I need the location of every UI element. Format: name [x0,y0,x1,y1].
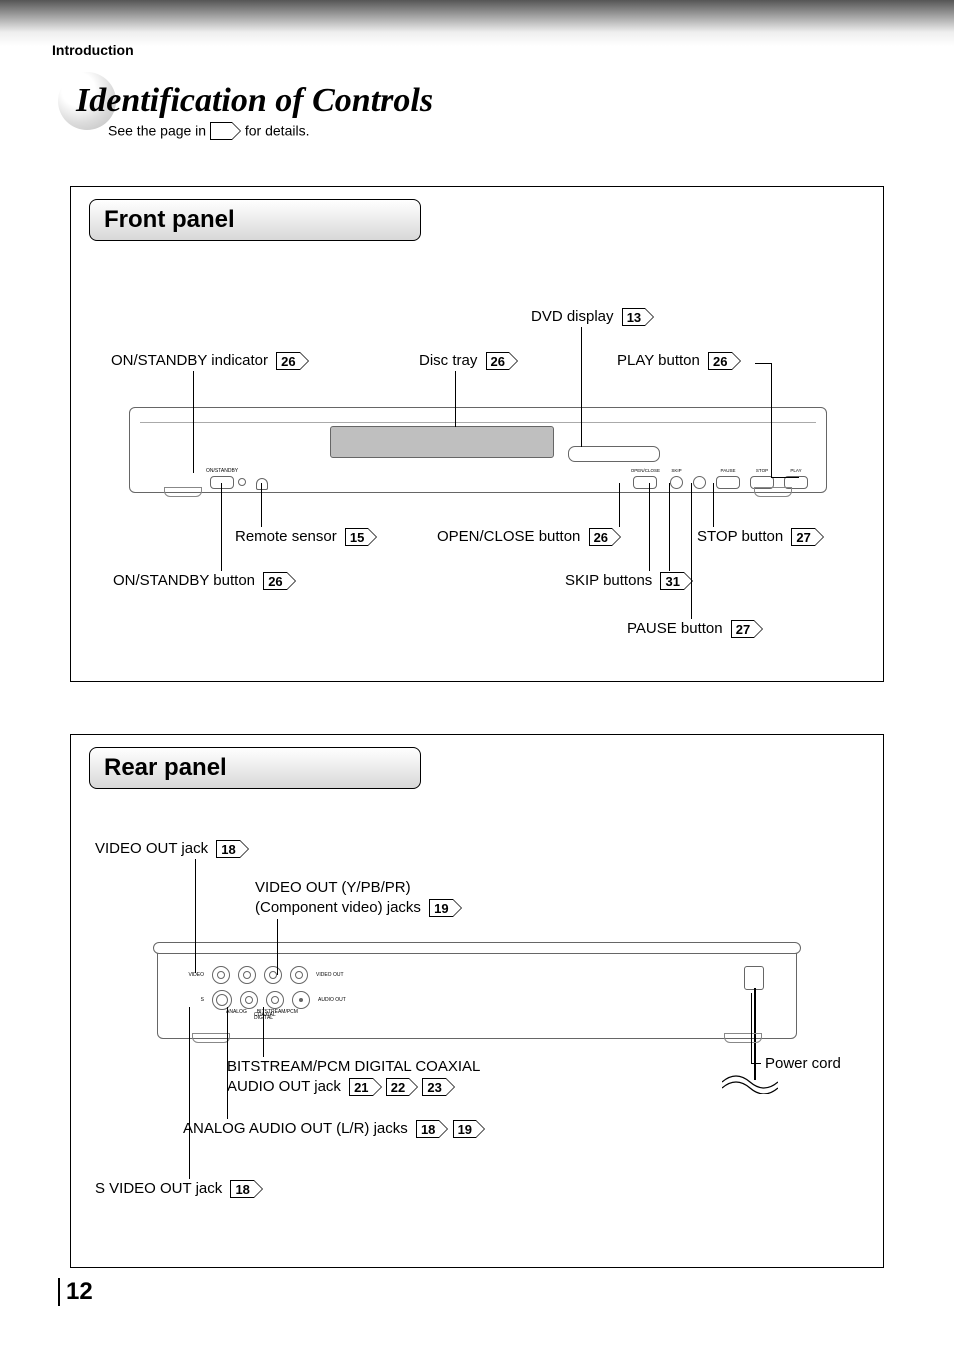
dvd-display-graphic [568,446,660,462]
subtitle-before: See the page in [108,123,210,139]
rear-device-illustration: VIDEO VIDEO OUT S AUDIO OUT [157,947,797,1039]
leader-line [581,327,582,328]
page-number: 12 [58,1278,93,1306]
analog-l-jack [240,991,258,1009]
skip-prev-button-graphic [670,476,683,489]
callout-open-close: OPEN/CLOSE button 26 [437,527,621,547]
leader-line [691,483,692,619]
skip-next-button-graphic [693,476,706,489]
callout-dvd-display: DVD display 13 [531,307,654,327]
component-pr-jack [290,966,308,984]
mini-label-onstandby: ON/STANDBY [206,468,238,474]
callout-remote-sensor: Remote sensor 15 [235,527,377,547]
page-title: Identification of Controls [76,82,433,120]
leader-line [751,1063,761,1064]
front-device-illustration: ON/STANDBY OPEN/CLOSE SKIP PAUSE STOP PL… [129,407,827,493]
callout-onstandby-indicator: ON/STANDBY indicator 26 [111,351,309,371]
video-jack [212,966,230,984]
callout-power-cord: Power cord [765,1055,845,1072]
callout-video-out: VIDEO OUT jack 18 [95,839,249,859]
leader-line [189,1007,190,1179]
power-cord-wave [722,1074,778,1094]
leader-line [277,919,278,975]
leader-line [193,371,194,473]
leader-line [455,371,456,427]
component-y-jack [238,966,256,984]
leader-line [771,477,799,478]
subtitle: See the page in for details. [108,122,309,142]
front-button-row: OPEN/CLOSE SKIP PAUSE STOP PLAY [631,468,808,489]
leader-line [751,993,752,1063]
rear-panel-section: Rear panel VIDEO OUT jack 18 VIDEO OUT (… [70,734,884,1268]
section-heading: Introduction [52,42,134,58]
leader-line [619,483,620,527]
callout-skip: SKIP buttons 31 [565,571,693,591]
power-cord-outlet [744,966,764,990]
front-panel-section: Front panel DVD display 13 ON/STANDBY in… [70,186,884,682]
onstandby-button-graphic [210,476,234,489]
leader-line [263,1007,264,1057]
callout-analog: ANALOG AUDIO OUT (L/R) jacks 18 19 [183,1119,485,1139]
pause-button-graphic [716,476,740,489]
page: Introduction Identification of Controls … [0,0,954,1348]
onstandby-indicator-graphic [238,478,246,486]
coaxial-jack [292,991,310,1009]
rear-panel-tab: Rear panel [89,747,421,789]
leader-line [227,1007,228,1119]
leader-line [771,363,772,477]
disc-tray-graphic [330,426,554,458]
callout-play: PLAY button 26 [617,351,741,371]
s-video-jack [212,990,232,1010]
page-ref-icon [210,122,241,142]
callout-component: VIDEO OUT (Y/PB/PR) (Component video) ja… [255,879,462,918]
callout-onstandby-button: ON/STANDBY button 26 [113,571,296,591]
component-pb-jack [264,966,282,984]
header-gradient [0,0,954,46]
leader-line [669,483,670,571]
callout-disc-tray: Disc tray 26 [419,351,518,371]
callout-stop: STOP button 27 [697,527,824,547]
callout-coaxial: BITSTREAM/PCM DIGITAL COAXIAL AUDIO OUT … [227,1057,484,1097]
front-panel-tab: Front panel [89,199,421,241]
leader-line [261,483,262,527]
leader-line [195,859,196,973]
analog-r-jack [266,991,284,1009]
open-close-button-graphic [633,476,657,489]
subtitle-after: for details. [245,123,310,139]
leader-line [221,483,222,571]
remote-sensor-graphic [256,478,268,490]
callout-pause: PAUSE button 27 [627,619,763,639]
callout-svideo: S VIDEO OUT jack 18 [95,1179,263,1199]
leader-line [649,483,650,571]
leader-line [755,363,771,364]
jack-cluster: VIDEO VIDEO OUT S AUDIO OUT [184,966,366,1022]
leader-line [713,483,714,527]
leader-line [581,327,582,447]
